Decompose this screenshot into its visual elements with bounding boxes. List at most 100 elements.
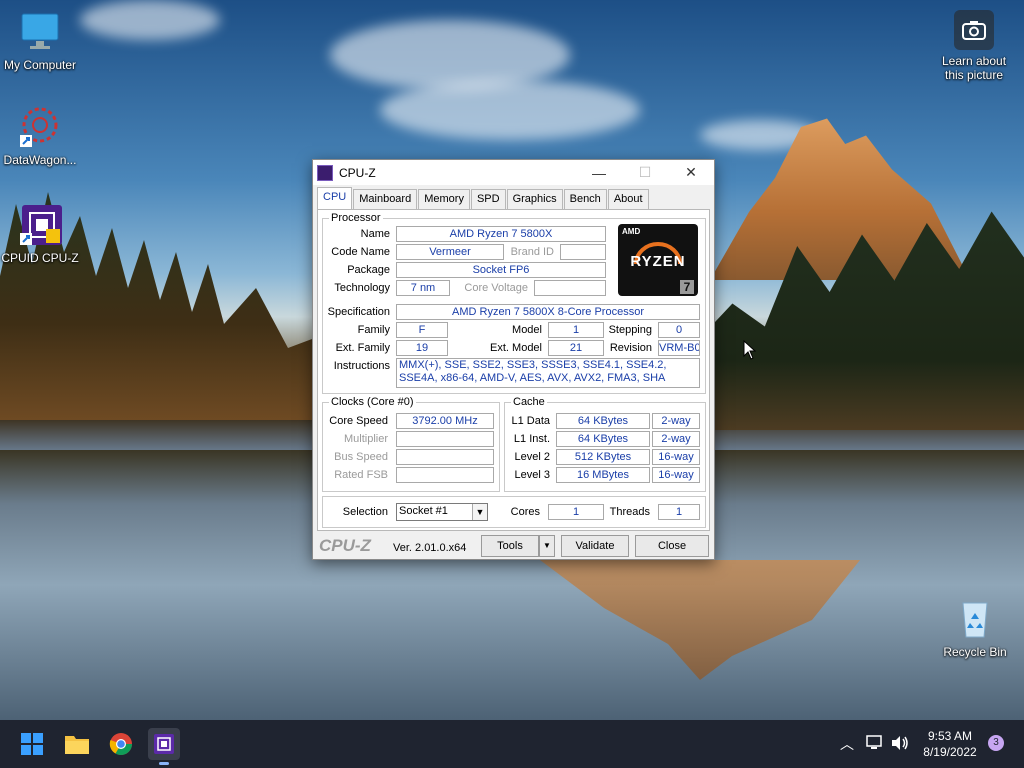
chevron-down-icon[interactable]: ▼: [472, 504, 487, 520]
close-button[interactable]: Close: [635, 535, 709, 557]
desktop-icon-my-computer[interactable]: My Computer: [0, 10, 80, 72]
multiplier-value: [396, 431, 494, 447]
title-bar[interactable]: CPU-Z — ☐ ✕: [313, 160, 714, 185]
chevron-up-icon[interactable]: ︿: [840, 734, 854, 754]
cpuz-brand: CPU-Z: [319, 536, 371, 555]
maximize-button[interactable]: ☐: [622, 160, 668, 185]
stepping-value: 0: [658, 322, 700, 338]
notification-badge[interactable]: 3: [988, 735, 1004, 751]
cpuz-window: CPU-Z — ☐ ✕ CPU Mainboard Memory SPD Gra…: [312, 159, 715, 560]
cpuz-chip-icon: [154, 734, 174, 754]
brandid-value: [560, 244, 606, 260]
recycle-bin-icon: [953, 597, 997, 641]
cache-l1d-size: 64 KBytes: [556, 413, 650, 429]
tools-button[interactable]: Tools: [481, 535, 539, 557]
close-window-button[interactable]: ✕: [668, 160, 714, 185]
revision-label: Revision: [609, 342, 652, 354]
minimize-button[interactable]: —: [576, 160, 622, 185]
cache-l3-label: Level 3: [514, 469, 550, 481]
threads-label: Threads: [609, 506, 650, 518]
camera-icon: [954, 10, 994, 50]
volume-icon[interactable]: [890, 735, 910, 751]
threads-value: 1: [658, 504, 700, 520]
package-value: Socket FP6: [396, 262, 606, 278]
stepping-label: Stepping: [608, 324, 652, 336]
network-icon[interactable]: [866, 735, 884, 751]
active-indicator: [159, 762, 169, 765]
cache-l1d-label: L1 Data: [511, 415, 550, 427]
mouse-cursor-icon: [743, 340, 757, 360]
learn-label-line2: this picture: [944, 68, 1004, 82]
instructions-value: MMX(+), SSE, SSE2, SSE3, SSSE3, SSE4.1, …: [396, 358, 700, 388]
cpu-tab-panel: Processor Name AMD Ryzen 7 5800X Code Na…: [317, 209, 710, 531]
cache-l2-way: 16-way: [652, 449, 700, 465]
busspeed-label: Bus Speed: [334, 451, 388, 463]
model-label: Model: [512, 324, 542, 336]
tab-bench[interactable]: Bench: [563, 189, 607, 209]
tab-mainboard[interactable]: Mainboard: [353, 189, 418, 209]
corevoltage-label: Core Voltage: [464, 282, 528, 294]
learn-about-picture[interactable]: Learn about this picture: [934, 10, 1014, 82]
cpuz-taskbar-button[interactable]: [148, 728, 180, 765]
desktop-icon-recycle-bin[interactable]: Recycle Bin: [935, 597, 1015, 659]
spec-label: Specification: [327, 306, 390, 318]
corespeed-label: Core Speed: [329, 415, 388, 427]
chrome-button[interactable]: [105, 728, 137, 760]
desktop-icon-label: DataWagon...: [3, 153, 77, 167]
cache-l1i-way: 2-way: [652, 431, 700, 447]
socket-select[interactable]: Socket #1 ▼: [396, 503, 488, 521]
cache-l2-size: 512 KBytes: [556, 449, 650, 465]
instructions-label: Instructions: [333, 360, 390, 372]
monitor-icon: [18, 10, 62, 54]
desktop-icon-label: Recycle Bin: [943, 645, 1007, 659]
cache-legend: Cache: [513, 396, 545, 408]
socket-select-value: Socket #1: [399, 505, 448, 517]
selection-label: Selection: [342, 506, 388, 518]
package-label: Package: [347, 264, 390, 276]
cache-l2-label: Level 2: [514, 451, 550, 463]
family-label: Family: [357, 324, 390, 336]
cache-l1d-way: 2-way: [652, 413, 700, 429]
tab-about[interactable]: About: [607, 189, 649, 209]
desktop-icon-cpuz[interactable]: CPUID CPU-Z: [0, 203, 80, 265]
cache-l1i-label: L1 Inst.: [513, 433, 550, 445]
tab-graphics[interactable]: Graphics: [506, 189, 563, 209]
multiplier-label: Multiplier: [343, 433, 388, 445]
clock-time: 9:53 AM: [927, 729, 973, 743]
corespeed-value: 3792.00 MHz: [396, 413, 494, 429]
tab-spd[interactable]: SPD: [470, 189, 506, 209]
folder-icon: [65, 736, 89, 754]
desktop-icon-label: CPUID CPU-Z: [1, 251, 79, 265]
ratedfsb-value: [396, 467, 494, 483]
datawagon-icon: [18, 105, 62, 149]
technology-label: Technology: [334, 282, 390, 294]
chrome-icon: [109, 733, 132, 755]
tools-dropdown-icon[interactable]: ▼: [539, 535, 555, 557]
codename-label: Code Name: [331, 246, 390, 258]
ratedfsb-label: Rated FSB: [334, 469, 388, 481]
version-text: Ver. 2.01.0.x64: [393, 542, 467, 554]
logo-tier: 7: [680, 280, 694, 294]
name-label: Name: [360, 228, 390, 240]
tab-cpu[interactable]: CPU: [317, 187, 353, 209]
tab-memory[interactable]: Memory: [418, 189, 470, 209]
extmodel-label: Ext. Model: [490, 342, 542, 354]
validate-button[interactable]: Validate: [561, 535, 629, 557]
file-explorer-button[interactable]: [61, 728, 93, 760]
cache-l3-size: 16 MBytes: [556, 467, 650, 483]
processor-legend: Processor: [331, 212, 381, 224]
windows-logo-icon: [21, 733, 43, 755]
start-button[interactable]: [16, 728, 48, 760]
footer-bar: CPU-Z Ver. 2.01.0.x64 Tools ▼ Validate C…: [313, 532, 714, 559]
clock[interactable]: 9:53 AM 8/19/2022: [916, 728, 984, 760]
extfamily-value: 19: [396, 340, 448, 356]
cpuz-app-icon: [317, 164, 333, 181]
corevoltage-value: [534, 280, 606, 296]
busspeed-value: [396, 449, 494, 465]
tab-strip: CPU Mainboard Memory SPD Graphics Bench …: [317, 187, 650, 209]
window-title: CPU-Z: [339, 165, 376, 180]
revision-value: VRM-B0: [658, 340, 700, 356]
logo-name: RYZEN: [630, 253, 686, 270]
cpuz-chip-icon: [18, 203, 62, 247]
desktop-icon-datawagon[interactable]: DataWagon...: [0, 105, 80, 167]
